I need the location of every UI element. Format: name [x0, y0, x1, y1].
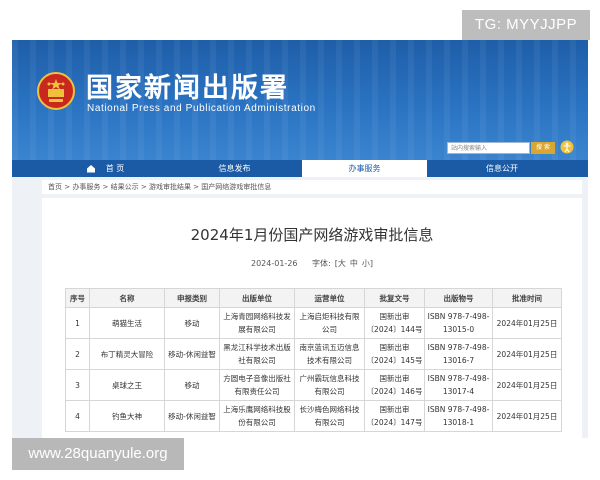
column-header: 名称	[89, 288, 165, 308]
cell-index: 4	[65, 400, 90, 432]
column-header: 批复文号	[364, 288, 425, 308]
screenshot-frame: 国家新闻出版署 National Press and Publication A…	[12, 40, 588, 438]
column-header: 申报类别	[164, 288, 220, 308]
nav-item-home[interactable]: 首 页	[72, 160, 158, 177]
article-panel: 2024年1月份国产网络游戏审批信息 2024-01-26 字体: [大中小] 序…	[42, 198, 582, 438]
cell-publisher: 方圆电子音像出版社有限责任公司	[219, 369, 295, 401]
cell-isbn: ISBN 978-7-498-13017-4	[424, 369, 493, 401]
site-header: 国家新闻出版署 National Press and Publication A…	[12, 40, 588, 160]
cell-index: 2	[65, 338, 90, 370]
approval-table: 序号 名称 申报类别 出版单位 运营单位 批复文号 出版物号 批准时间 1 萌猫…	[65, 288, 562, 432]
article-meta: 2024-01-26 字体: [大中小]	[42, 258, 582, 269]
nav-item-public-info[interactable]: 信息公开	[442, 160, 562, 177]
cell-operator: 长沙梅色网络科技有限公司	[294, 400, 365, 432]
cell-approval-date: 2024年01月25日	[492, 369, 562, 401]
cell-name: 钓鱼大神	[89, 400, 165, 432]
cell-approval-number: 国新出审〔2024〕146号	[364, 369, 425, 401]
search-input[interactable]: 站内搜索输入	[447, 142, 530, 154]
cell-approval-number: 国新出审〔2024〕147号	[364, 400, 425, 432]
nav-item-services[interactable]: 办事服务	[302, 160, 427, 177]
cell-isbn: ISBN 978-7-498-13016-7	[424, 338, 493, 370]
watermark-bottom: www.28quanyule.org	[12, 438, 184, 470]
cell-publisher: 上海青园网络科技发展有限公司	[219, 307, 295, 339]
cell-operator: 广州霸玩信息科技有限公司	[294, 369, 365, 401]
font-size-small[interactable]: 小]	[362, 259, 373, 268]
cell-category: 移动-休闲益智	[164, 338, 220, 370]
cell-publisher: 黑龙江科学技术出版社有限公司	[219, 338, 295, 370]
watermark-top: TG: MYYJJPP	[462, 10, 590, 40]
font-size-label: 字体:	[312, 259, 331, 268]
cell-category: 移动-休闲益智	[164, 400, 220, 432]
cell-category: 移动	[164, 307, 220, 339]
site-name[interactable]: 国家新闻出版署	[86, 66, 289, 105]
publish-date: 2024-01-26	[251, 259, 298, 268]
search-button[interactable]: 搜 索	[531, 142, 555, 154]
cell-isbn: ISBN 978-7-498-13018-1	[424, 400, 493, 432]
column-header: 出版物号	[424, 288, 493, 308]
cell-name: 布丁精灵大冒险	[89, 338, 165, 370]
cell-category: 移动	[164, 369, 220, 401]
cell-publisher: 上海乐鹰网络科技股份有限公司	[219, 400, 295, 432]
breadcrumb[interactable]: 首页 > 办事服务 > 结果公示 > 游戏审批结果 > 国产网络游戏审批信息	[42, 180, 582, 194]
nav-item-info-release[interactable]: 信息发布	[177, 160, 292, 177]
column-header: 序号	[65, 288, 90, 308]
main-nav: 首 页 信息发布 办事服务 信息公开	[12, 160, 588, 177]
cell-approval-number: 国新出审〔2024〕145号	[364, 338, 425, 370]
accessibility-icon[interactable]	[560, 140, 574, 154]
national-emblem-icon	[37, 72, 75, 110]
cell-operator: 上海启炬科技有限公司	[294, 307, 365, 339]
cell-index: 3	[65, 369, 90, 401]
cell-name: 萌猫生活	[89, 307, 165, 339]
site-name-english: National Press and Publication Administr…	[87, 103, 316, 114]
cell-approval-date: 2024年01月25日	[492, 338, 562, 370]
cell-name: 桌球之王	[89, 369, 165, 401]
column-header: 运营单位	[294, 288, 365, 308]
column-header: 批准时间	[492, 288, 562, 308]
cell-operator: 南京蓝讯五迈信息技术有限公司	[294, 338, 365, 370]
table-row: 2 布丁精灵大冒险 移动-休闲益智 黑龙江科学技术出版社有限公司 南京蓝讯五迈信…	[65, 338, 562, 370]
font-size-large[interactable]: [大	[335, 259, 346, 268]
font-size-medium[interactable]: 中	[350, 259, 358, 268]
table-row: 4 钓鱼大神 移动-休闲益智 上海乐鹰网络科技股份有限公司 长沙梅色网络科技有限…	[65, 400, 562, 432]
table-row: 3 桌球之王 移动 方圆电子音像出版社有限责任公司 广州霸玩信息科技有限公司 国…	[65, 369, 562, 401]
cell-index: 1	[65, 307, 90, 339]
table-header-row: 序号 名称 申报类别 出版单位 运营单位 批复文号 出版物号 批准时间	[65, 288, 562, 308]
cell-approval-number: 国新出审〔2024〕144号	[364, 307, 425, 339]
cell-approval-date: 2024年01月25日	[492, 400, 562, 432]
cell-isbn: ISBN 978-7-498-13015-0	[424, 307, 493, 339]
cell-approval-date: 2024年01月25日	[492, 307, 562, 339]
table-row: 1 萌猫生活 移动 上海青园网络科技发展有限公司 上海启炬科技有限公司 国新出审…	[65, 307, 562, 339]
column-header: 出版单位	[219, 288, 295, 308]
page-title: 2024年1月份国产网络游戏审批信息	[190, 226, 434, 244]
